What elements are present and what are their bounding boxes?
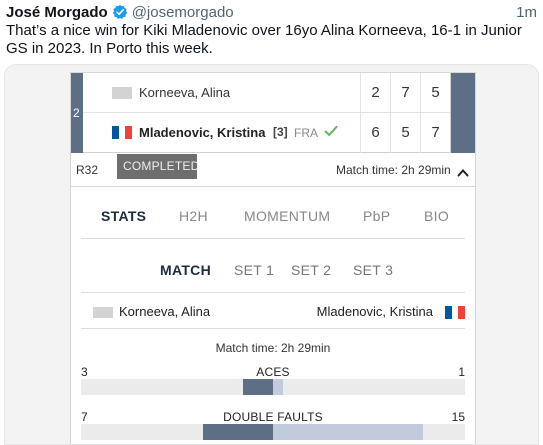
set-score: 5 <box>420 73 450 113</box>
tab-momentum[interactable]: MOMENTUM <box>244 208 330 224</box>
chevron-up-icon[interactable] <box>457 164 469 177</box>
player-name-winner[interactable]: Mladenovic, Kristina <box>139 125 265 140</box>
player-name[interactable]: Korneeva, Alina <box>139 85 230 100</box>
grey-flag-icon <box>112 87 132 99</box>
stat-right-value: 15 <box>451 410 465 424</box>
match-time: Match time: 2h 29min <box>336 163 451 177</box>
tweet-header: José Morgado @josemorgado 1m <box>6 2 537 22</box>
author-handle[interactable]: @josemorgado <box>132 4 234 21</box>
round-label: R32 <box>76 163 99 177</box>
status-badge: COMPLETED <box>117 154 199 179</box>
set-score: 2 <box>360 73 390 113</box>
tab-set-3[interactable]: SET 3 <box>353 262 393 278</box>
draw-seed-number: 2 <box>73 106 80 120</box>
right-player-name: Mladenovic, Kristina <box>316 304 433 319</box>
tab-pbp[interactable]: PbP <box>363 208 390 224</box>
stat-bar-right <box>273 424 423 440</box>
tab-stats[interactable]: STATS <box>101 208 146 224</box>
player-country: FRA <box>294 126 318 140</box>
tab-h2h[interactable]: H2H <box>179 208 208 224</box>
player-compare-row: Korneeva, Alina Mladenovic, Kristina <box>81 293 466 329</box>
stat-bar-track <box>81 424 465 440</box>
grey-flag-icon <box>93 307 113 318</box>
stat-bar-track <box>81 379 465 395</box>
player-seed: [3] <box>273 125 288 139</box>
author-name[interactable]: José Morgado <box>6 4 108 21</box>
stats-panel: STATS H2H MOMENTUM PbP BIO MATCH SET 1 S… <box>70 187 476 444</box>
tweet-text: That’s a nice win for Kiki Mladenovic ov… <box>6 22 522 57</box>
set-score: 5 <box>390 113 420 153</box>
france-flag-icon <box>112 126 133 139</box>
stat-bar-left <box>243 379 273 395</box>
tab-match[interactable]: MATCH <box>160 262 211 278</box>
stat-row-double-faults: 7 DOUBLE FAULTS 15 <box>71 410 475 444</box>
draw-seed-column: 2 <box>71 73 83 153</box>
france-flag-icon <box>445 306 466 319</box>
score-end-cell <box>450 73 475 113</box>
tab-set-2[interactable]: SET 2 <box>291 262 331 278</box>
stat-label: DOUBLE FAULTS <box>223 410 323 424</box>
match-status-bar: R32 COMPLETED Match time: 2h 29min <box>71 154 475 186</box>
left-player-name: Korneeva, Alina <box>119 304 211 319</box>
player-row-korneeva: Korneeva, Alina 2 7 5 <box>83 73 475 113</box>
stats-match-time: Match time: 2h 29min <box>215 341 331 355</box>
stat-row-aces: 3 ACES 1 <box>71 365 475 401</box>
tweet-timestamp[interactable]: 1m <box>516 4 537 21</box>
set-score: 6 <box>360 113 390 153</box>
player-row-mladenovic: Mladenovic, Kristina [3] FRA 6 5 7 <box>83 113 475 153</box>
stat-label: ACES <box>256 365 290 379</box>
verified-badge-icon <box>112 4 128 20</box>
stat-right-value: 1 <box>458 365 465 379</box>
tab-set-1[interactable]: SET 1 <box>234 262 274 278</box>
set-tabs: MATCH SET 1 SET 2 SET 3 <box>71 259 475 293</box>
set-score: 7 <box>390 73 420 113</box>
scoreboard: 2 Korneeva, Alina 2 7 5 Mladenovic, Kris… <box>70 72 476 187</box>
tab-bio[interactable]: BIO <box>424 208 449 224</box>
stat-bar-left <box>203 424 273 440</box>
stat-bar-right <box>273 379 283 395</box>
winner-check-icon <box>324 124 338 138</box>
set-score: 7 <box>420 113 450 153</box>
score-end-cell <box>450 113 475 153</box>
media-card[interactable]: 2 Korneeva, Alina 2 7 5 Mladenovic, Kris… <box>4 64 539 445</box>
main-tabs: STATS H2H MOMENTUM PbP BIO <box>81 205 465 239</box>
